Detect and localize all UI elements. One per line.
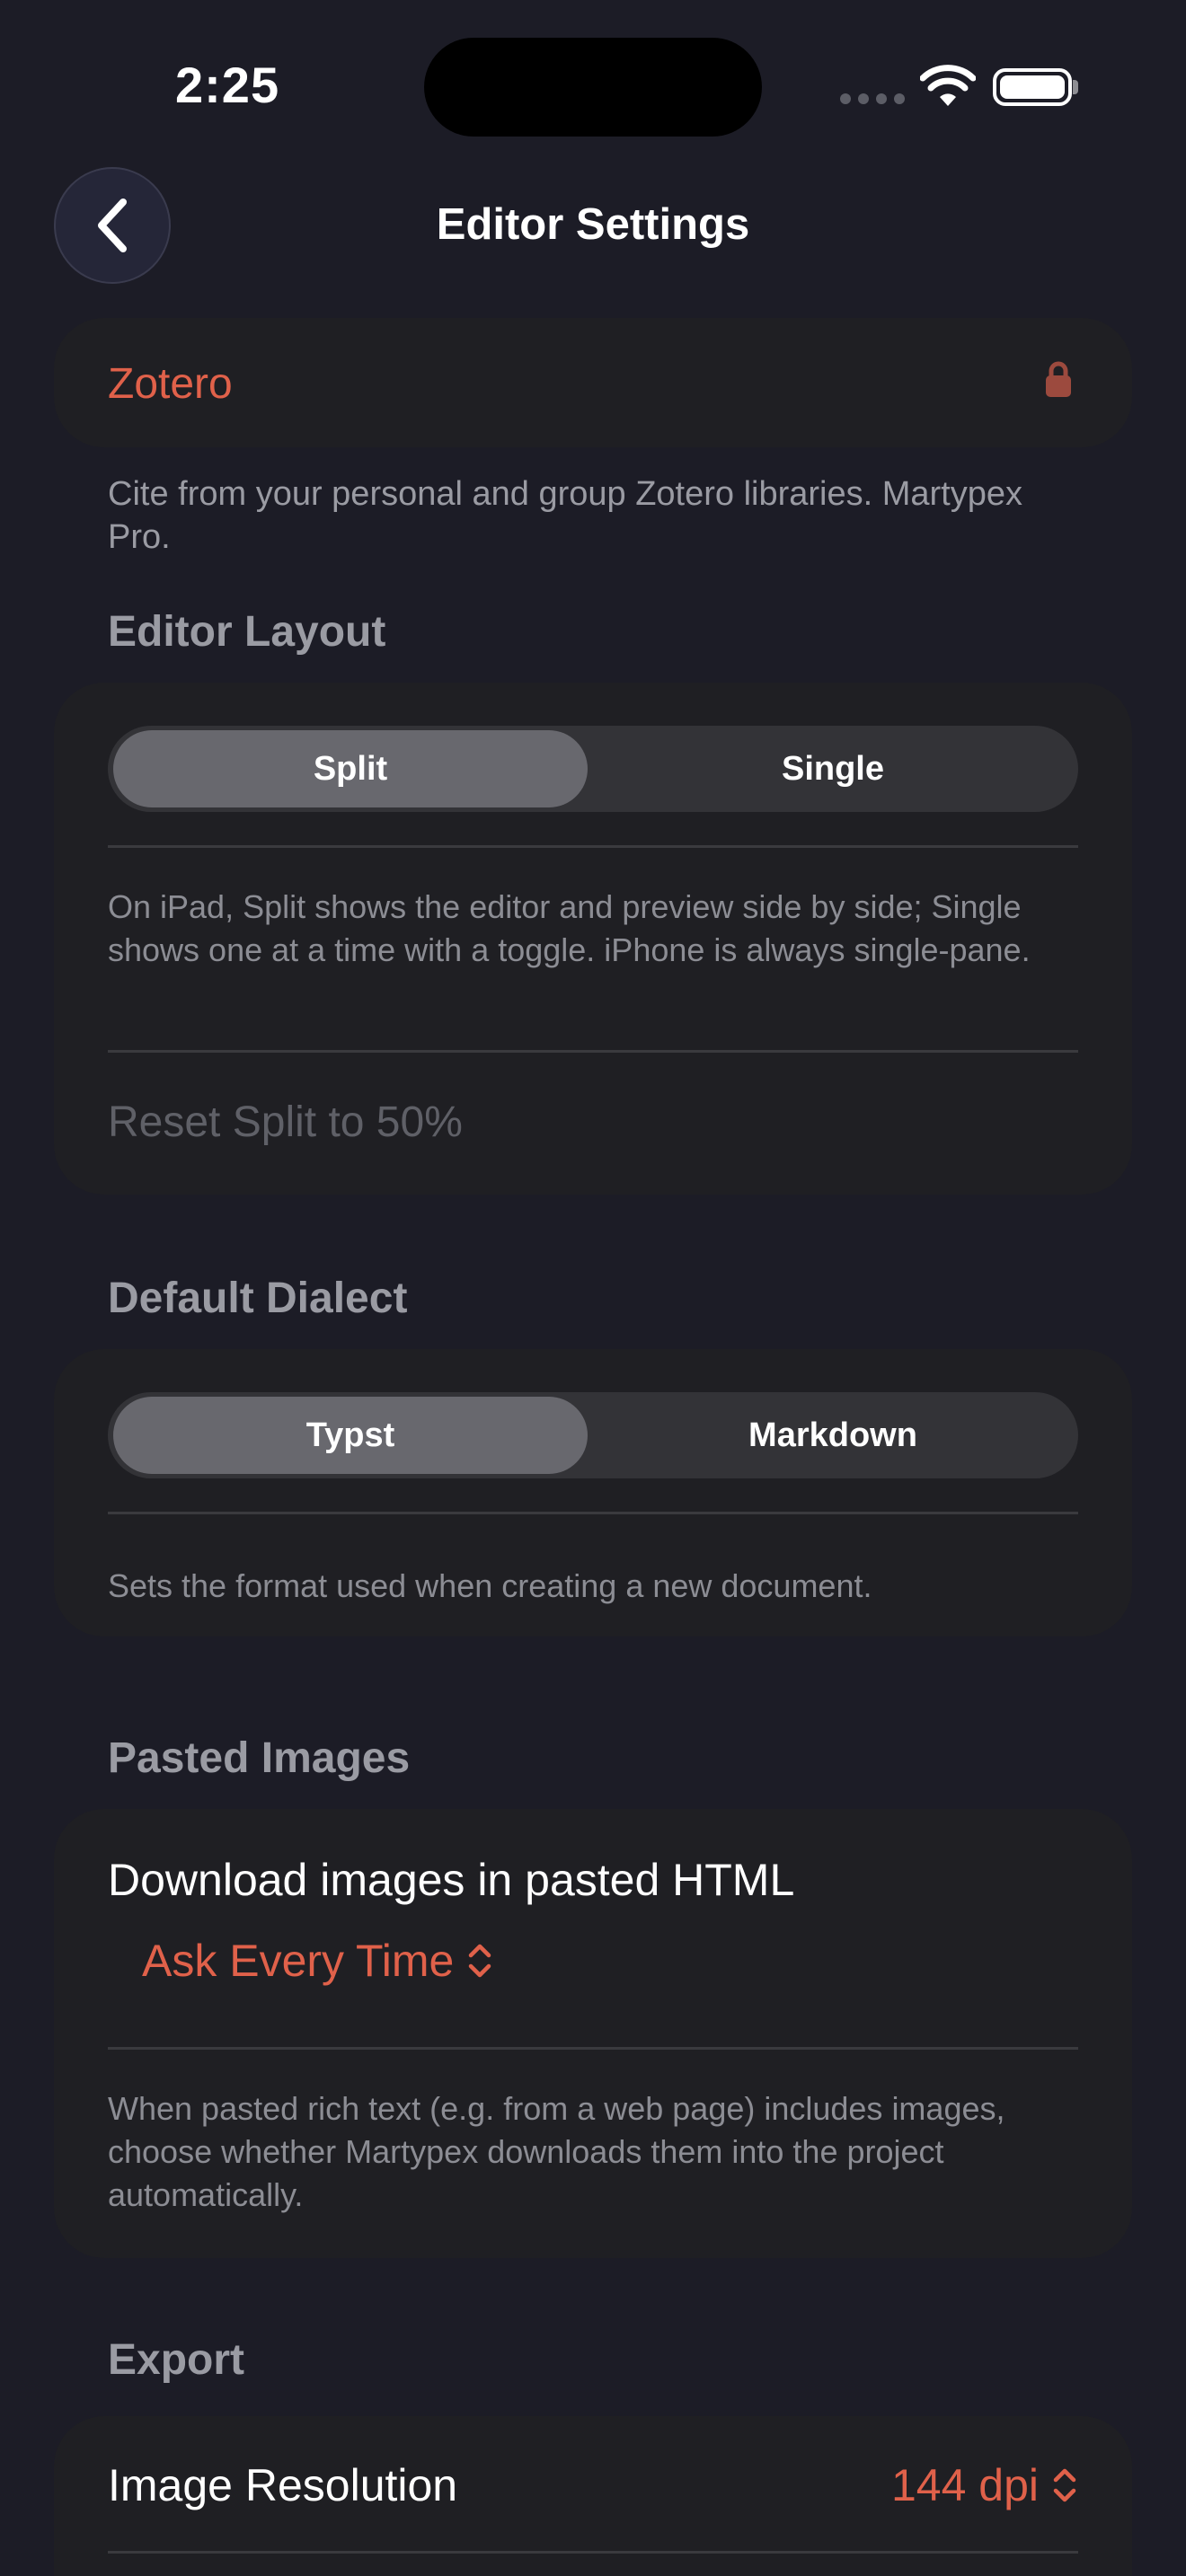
picker-value: 144 dpi xyxy=(890,2460,1039,2510)
zotero-footnote: Cite from your personal and group Zotero… xyxy=(108,475,1023,556)
chevron-up-down-icon xyxy=(469,1944,491,1978)
segment-typst[interactable]: Typst xyxy=(113,1392,588,1478)
battery-tip xyxy=(1073,80,1078,94)
dialect-footnote: Sets the format used when creating a new… xyxy=(108,1567,872,1604)
zotero-label: Zotero xyxy=(108,360,233,408)
image-resolution-picker[interactable]: 144 dpi xyxy=(891,2459,1078,2511)
status-time: 2:25 xyxy=(175,57,280,113)
layout-footnote: On iPad, Split shows the editor and prev… xyxy=(108,888,1031,968)
layout-segmented-control[interactable]: Split Single xyxy=(108,726,1078,812)
segment-split[interactable]: Split xyxy=(113,726,588,812)
wifi-icon xyxy=(920,65,976,106)
zotero-row[interactable]: Zotero xyxy=(54,318,1132,447)
divider xyxy=(108,1050,1078,1053)
battery-icon xyxy=(993,68,1072,106)
chevron-up-down-icon xyxy=(1053,2468,1076,2502)
pasted-images-header: Pasted Images xyxy=(108,1734,411,1782)
dialect-segmented-control[interactable]: Typst Markdown xyxy=(108,1392,1078,1478)
download-images-label: Download images in pasted HTML xyxy=(108,1855,795,1905)
cellular-signal-icon xyxy=(840,93,905,104)
segment-markdown[interactable]: Markdown xyxy=(593,1392,1073,1478)
editor-layout-header: Editor Layout xyxy=(108,608,386,656)
export-header: Export xyxy=(108,2336,245,2384)
picker-value: Ask Every Time xyxy=(142,1936,455,1986)
pasted-images-card: Download images in pasted HTML Ask Every… xyxy=(54,1809,1132,2258)
download-images-picker[interactable]: Ask Every Time xyxy=(142,1935,493,1987)
image-resolution-label: Image Resolution xyxy=(108,2460,458,2510)
pasted-images-footnote: When pasted rich text (e.g. from a web p… xyxy=(108,2090,1005,2213)
dynamic-island xyxy=(424,38,762,137)
page-title: Editor Settings xyxy=(436,200,750,249)
editor-layout-card: Split Single On iPad, Split shows the ed… xyxy=(54,683,1132,1195)
default-dialect-header: Default Dialect xyxy=(108,1275,408,1322)
default-dialect-card: Typst Markdown Sets the format used when… xyxy=(54,1349,1132,1636)
lock-icon xyxy=(1046,361,1071,397)
divider xyxy=(108,2551,1078,2554)
reset-split-button[interactable]: Reset Split to 50% xyxy=(108,1098,463,1147)
divider xyxy=(108,845,1078,848)
divider xyxy=(108,1512,1078,1514)
segment-single[interactable]: Single xyxy=(593,726,1073,812)
divider xyxy=(108,2047,1078,2050)
export-card: Image Resolution 144 dpi xyxy=(54,2416,1132,2576)
